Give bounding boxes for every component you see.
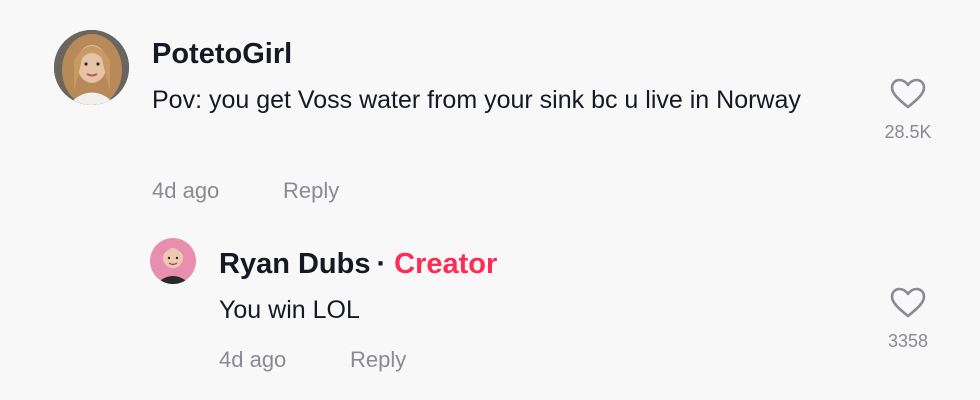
reply-username[interactable]: Ryan Dubs xyxy=(219,248,370,280)
like-count: 28.5K xyxy=(884,122,932,142)
reply-button[interactable]: Reply xyxy=(350,347,406,373)
comment-thread: PotetoGirl Pov: you get Voss water from … xyxy=(0,0,980,400)
comment-text: Pov: you get Voss water from your sink b… xyxy=(152,86,801,114)
commenter-avatar[interactable] xyxy=(54,30,129,105)
heart-outline-icon[interactable] xyxy=(890,287,926,319)
like-button[interactable]: 28.5K xyxy=(868,78,948,143)
creator-badge: Creator xyxy=(394,248,498,280)
comment-timestamp: 4d ago xyxy=(152,178,220,203)
comment-username[interactable]: PotetoGirl xyxy=(152,38,292,71)
like-count: 3358 xyxy=(887,331,929,351)
reply-text: You win LOL xyxy=(219,296,360,324)
like-button[interactable]: 3358 xyxy=(868,287,948,352)
reply-avatar[interactable] xyxy=(150,238,196,284)
reply-button[interactable]: Reply xyxy=(283,178,339,204)
reply-username-row: Ryan Dubs · Creator xyxy=(219,248,497,281)
separator-dot: · xyxy=(376,248,387,280)
heart-outline-icon[interactable] xyxy=(890,78,926,110)
reply-timestamp: 4d ago xyxy=(219,347,287,372)
avatar-photo-icon xyxy=(54,30,129,105)
avatar-photo-icon xyxy=(150,238,196,284)
